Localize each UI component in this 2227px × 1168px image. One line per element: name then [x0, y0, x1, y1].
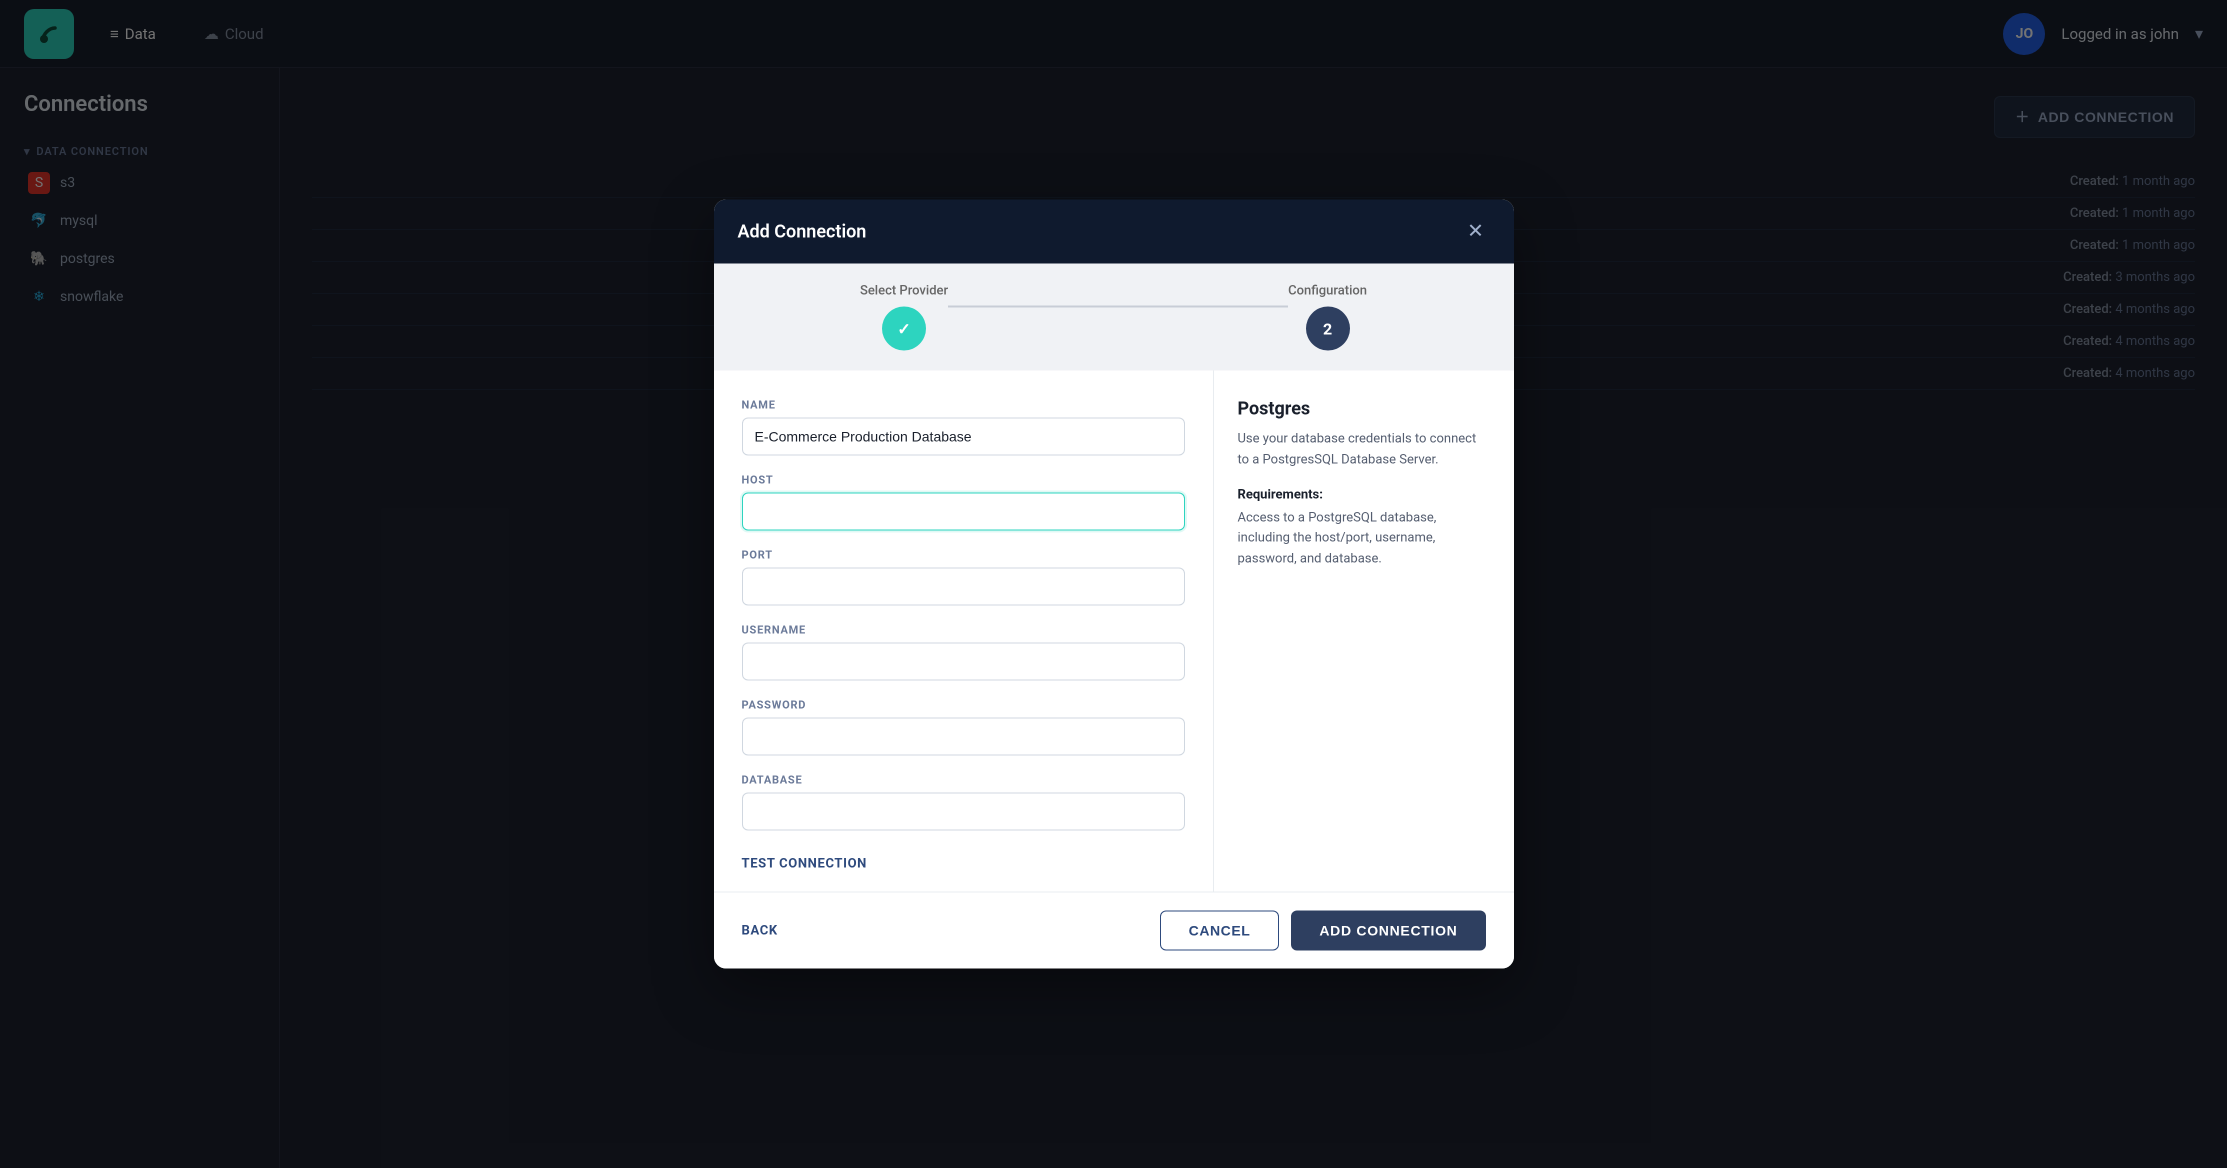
port-field-group: PORT — [742, 549, 1185, 606]
add-connection-submit-button[interactable]: ADD CONNECTION — [1291, 911, 1485, 951]
port-label: PORT — [742, 549, 1185, 562]
modal-title: Add Connection — [738, 221, 867, 242]
step-2-label: Configuration — [1288, 284, 1367, 299]
footer-left: BACK — [742, 923, 778, 938]
step-1-circle: ✓ — [882, 307, 926, 351]
modal-footer: BACK CANCEL ADD CONNECTION — [714, 892, 1514, 969]
name-field-group: NAME — [742, 399, 1185, 456]
connection-form: NAME HOST PORT USERNAME PASSWORD DATABAS… — [714, 371, 1214, 892]
cancel-button[interactable]: CANCEL — [1160, 911, 1280, 951]
footer-right: CANCEL ADD CONNECTION — [1160, 911, 1486, 951]
password-input[interactable] — [742, 718, 1185, 756]
test-connection-link[interactable]: TEST CONNECTION — [742, 857, 868, 872]
username-input[interactable] — [742, 643, 1185, 681]
info-title: Postgres — [1238, 399, 1490, 420]
password-label: PASSWORD — [742, 699, 1185, 712]
name-input[interactable] — [742, 418, 1185, 456]
modal-header: Add Connection ✕ — [714, 200, 1514, 264]
step-line — [948, 305, 1288, 307]
step-1: Select Provider ✓ — [860, 284, 948, 351]
host-input[interactable] — [742, 493, 1185, 531]
info-requirements-text: Access to a PostgreSQL database, includi… — [1238, 508, 1490, 570]
port-input[interactable] — [742, 568, 1185, 606]
step-2: Configuration 2 — [1288, 284, 1367, 351]
username-label: USERNAME — [742, 624, 1185, 637]
stepper: Select Provider ✓ Configuration 2 — [714, 264, 1514, 371]
add-connection-modal: Add Connection ✕ Select Provider ✓ Confi… — [714, 200, 1514, 969]
database-label: DATABASE — [742, 774, 1185, 787]
host-field-group: HOST — [742, 474, 1185, 531]
username-field-group: USERNAME — [742, 624, 1185, 681]
host-label: HOST — [742, 474, 1185, 487]
close-button[interactable]: ✕ — [1462, 218, 1490, 246]
info-panel: Postgres Use your database credentials t… — [1214, 371, 1514, 892]
step-2-circle: 2 — [1306, 307, 1350, 351]
database-field-group: DATABASE — [742, 774, 1185, 831]
database-input[interactable] — [742, 793, 1185, 831]
modal-body: NAME HOST PORT USERNAME PASSWORD DATABAS… — [714, 371, 1514, 892]
info-requirements-title: Requirements: — [1238, 487, 1490, 502]
password-field-group: PASSWORD — [742, 699, 1185, 756]
info-description: Use your database credentials to connect… — [1238, 430, 1490, 472]
step-1-label: Select Provider — [860, 284, 948, 299]
close-icon: ✕ — [1467, 222, 1484, 242]
name-label: NAME — [742, 399, 1185, 412]
back-button[interactable]: BACK — [742, 923, 778, 938]
